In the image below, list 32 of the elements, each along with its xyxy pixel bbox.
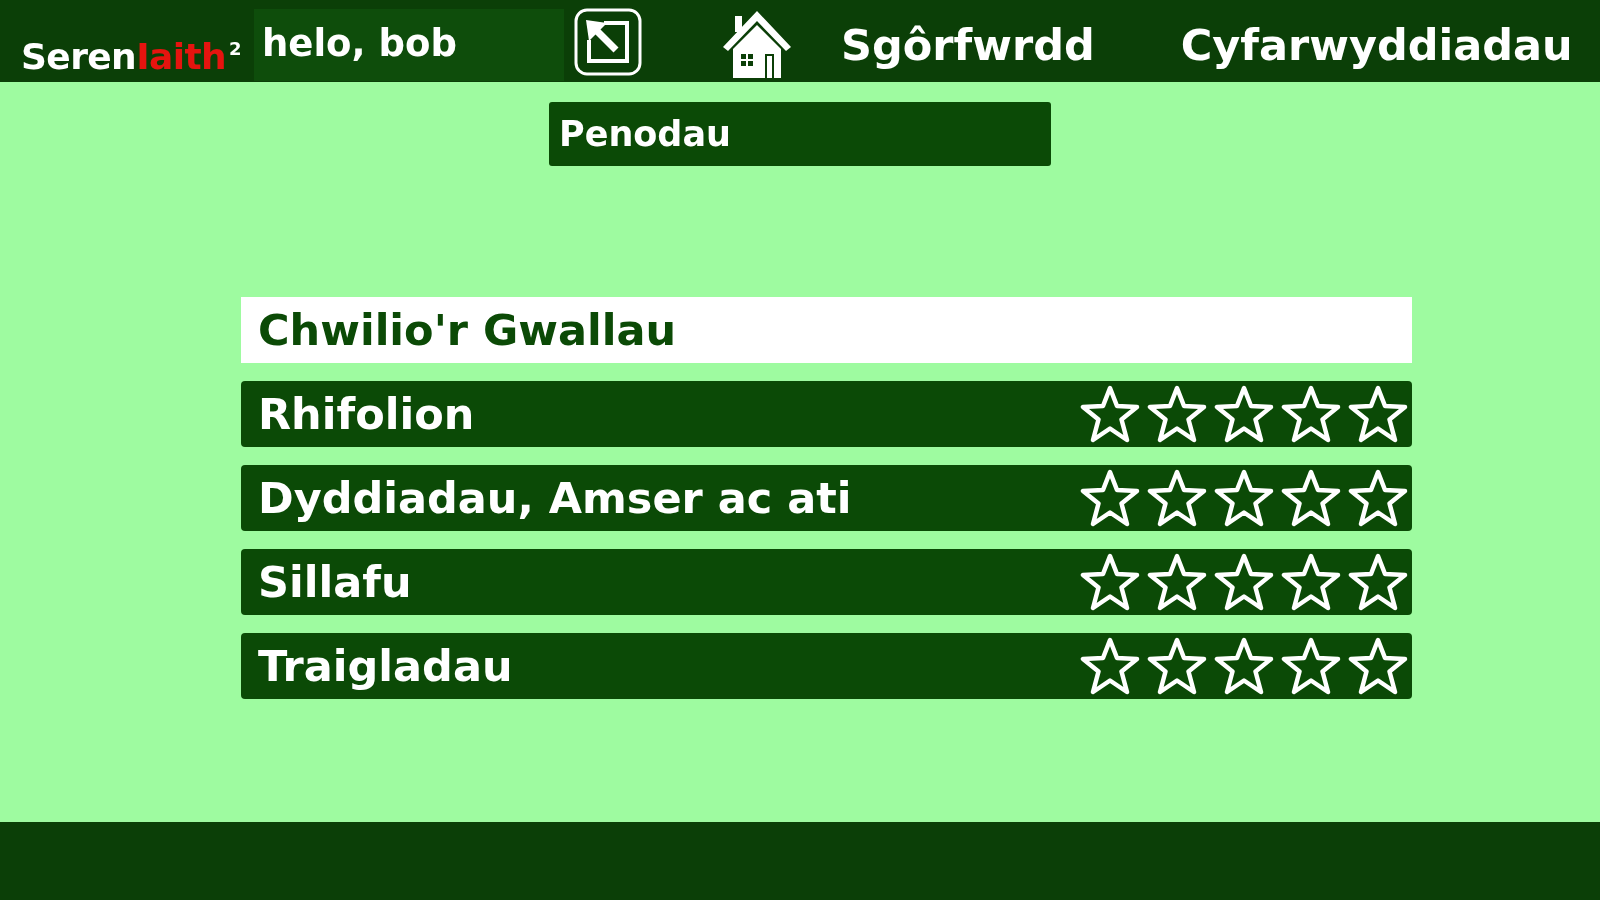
star-icon [1147,553,1207,611]
star-icon [1147,469,1207,527]
star-icon [1348,637,1408,695]
star-icon [1348,553,1408,611]
chapter-item[interactable]: Dyddiadau, Amser ac ati [241,465,1412,531]
star-icon [1214,385,1274,443]
star-icon [1281,553,1341,611]
star-icon [1281,385,1341,443]
nav-link[interactable]: Sgôrfwrdd [841,14,1095,76]
expand-icon [574,8,642,76]
greeting-label: helo, bob [254,9,564,81]
chapter-item[interactable]: Sillafu [241,549,1412,615]
logo: SerenIaith$^{2}$ [21,36,242,78]
nav-link[interactable]: Cyfarwyddiadau [1180,14,1573,76]
star-icon [1080,553,1140,611]
star-icon [1147,385,1207,443]
star-icon [1214,469,1274,527]
star-icon [1348,385,1408,443]
star-icon [1080,637,1140,695]
star-icon [1214,637,1274,695]
star-icon [1080,469,1140,527]
chapter-item[interactable]: Traigladau [241,633,1412,699]
star-icon [1147,637,1207,695]
section-title: Penodau [549,102,1051,166]
star-icon [1214,553,1274,611]
star-icon [1281,469,1341,527]
star-icon [1080,385,1140,443]
fullscreen-button[interactable] [574,8,642,76]
star-icon [1348,469,1408,527]
star-icon [1281,637,1341,695]
chapter-item[interactable]: Rhifolion [241,381,1412,447]
chapter-item[interactable]: Chwilio'r Gwallau [241,297,1412,363]
